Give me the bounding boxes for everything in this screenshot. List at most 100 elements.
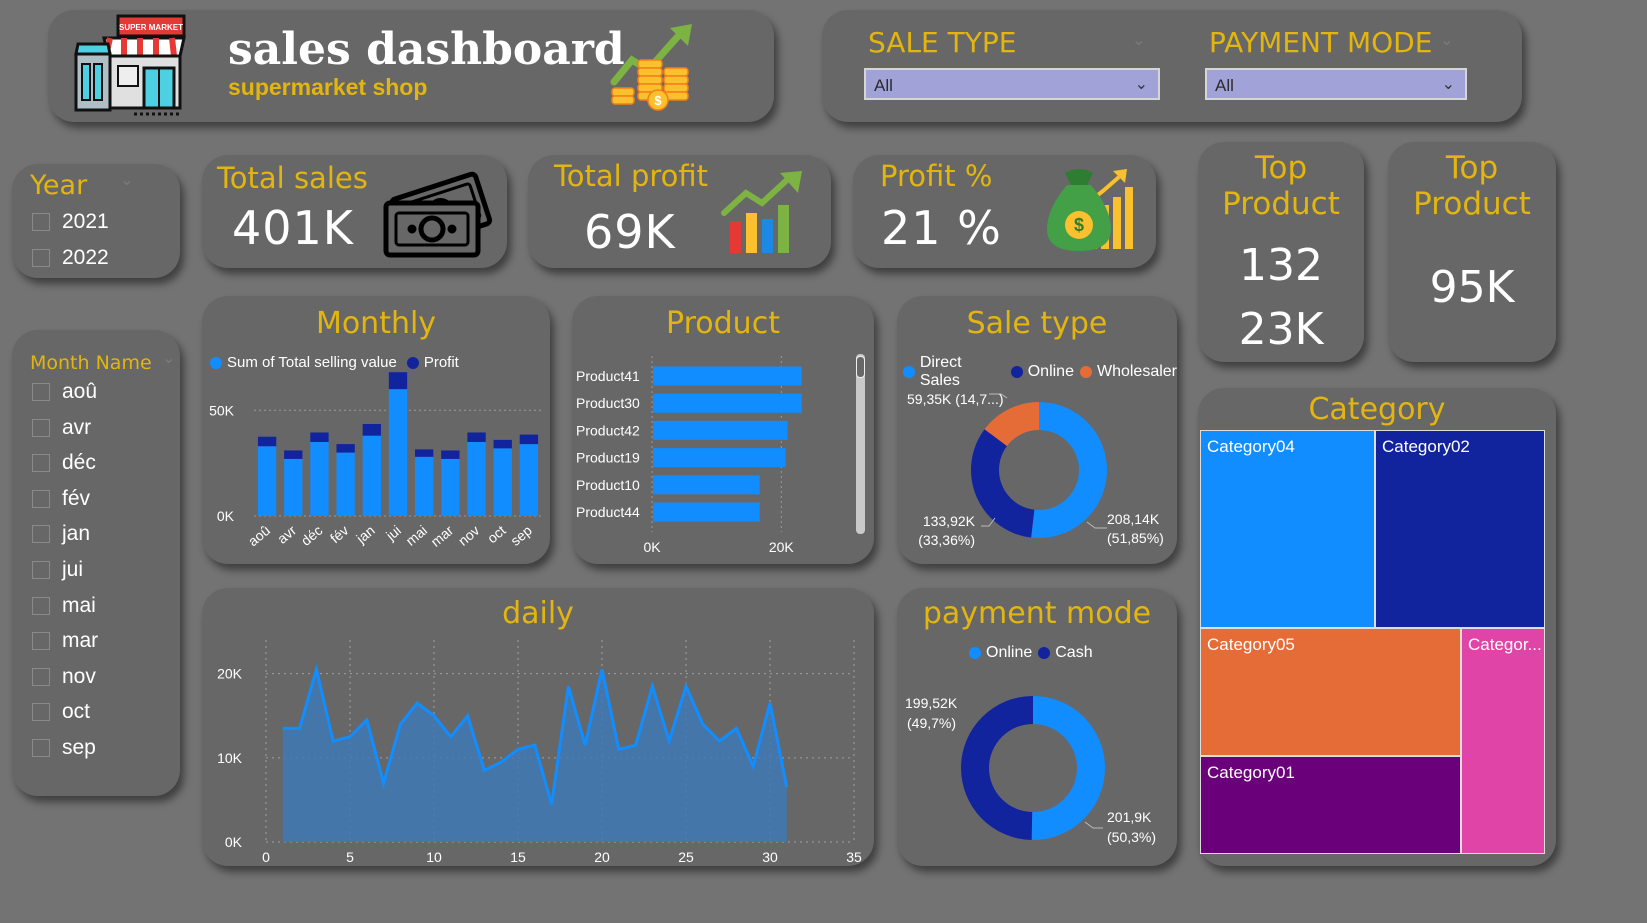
- data-label: 201,9K: [1107, 809, 1152, 825]
- slicer-option[interactable]: jan: [32, 522, 90, 546]
- treemap-cell-category05[interactable]: Category05: [1200, 628, 1461, 756]
- top-product-label-line2: Product: [1222, 186, 1340, 222]
- monthly-chart-card: Monthly Sum of Total selling value Profi…: [202, 296, 550, 564]
- y-tick-label: 0K: [225, 834, 243, 850]
- checkbox[interactable]: [32, 489, 50, 508]
- checkbox[interactable]: [32, 703, 50, 722]
- checkbox[interactable]: [32, 418, 50, 437]
- product-bar: [653, 366, 802, 386]
- data-label: (33,36%): [918, 532, 975, 548]
- treemap-label: Category05: [1207, 635, 1295, 654]
- checkbox[interactable]: [32, 739, 50, 757]
- slicer-option-label: déc: [62, 451, 96, 475]
- slicer-option[interactable]: sep: [32, 736, 96, 760]
- treemap-cell-category01[interactable]: Category01: [1200, 756, 1461, 854]
- store-sign-text: SUPER MARKET: [119, 23, 183, 32]
- slicer-option-label: sep: [62, 736, 96, 759]
- bar-total-selling: [310, 442, 329, 516]
- top-product-value2: 23K: [1238, 304, 1324, 355]
- dashboard-subtitle: supermarket shop: [228, 74, 428, 100]
- bar-profit: [467, 432, 486, 442]
- y-tick-label: Product30: [576, 395, 640, 411]
- slicer-option[interactable]: déc: [32, 451, 96, 475]
- chevron-down-icon: ⌄: [1134, 76, 1148, 93]
- x-tick-label: 0K: [643, 539, 661, 555]
- product-scrollbar[interactable]: [856, 354, 865, 534]
- chevron-down-icon: ⌄: [1440, 30, 1454, 49]
- slicer-option-label: jan: [62, 522, 91, 546]
- bar-total-selling: [388, 389, 408, 516]
- data-label: 199,52K: [905, 695, 958, 711]
- kpi-label: Total sales: [217, 161, 368, 195]
- slicer-option[interactable]: mai: [32, 594, 96, 618]
- bar-profit: [441, 450, 460, 459]
- slicer-option[interactable]: mar: [32, 629, 98, 653]
- checkbox[interactable]: [32, 249, 50, 267]
- checkbox[interactable]: [32, 454, 50, 473]
- top-product-label-line2: Product: [1413, 186, 1531, 222]
- svg-text:$: $: [654, 93, 662, 108]
- slicer-option-label: mai: [62, 593, 96, 617]
- donut-slice: [971, 429, 1035, 538]
- sale-type-value: All: [874, 76, 893, 95]
- x-tick-label: avr: [274, 522, 299, 547]
- payment-mode-dropdown[interactable]: All ⌄: [1205, 68, 1467, 100]
- leader-line: [1084, 821, 1103, 829]
- slicer-option[interactable]: oct: [32, 700, 90, 724]
- x-tick-label: 15: [510, 849, 526, 865]
- x-tick-label: fév: [327, 522, 352, 546]
- y-tick-label: Product41: [576, 368, 640, 384]
- top-product-value1: 132: [1239, 240, 1323, 291]
- slicer-option-label: 2022: [62, 246, 109, 269]
- donut-slice: [1031, 696, 1106, 840]
- kpi-value: 69K: [584, 205, 676, 259]
- header-card: SUPER MARKET sales dashboard supermarket…: [48, 10, 774, 122]
- x-tick-label: mar: [428, 522, 457, 550]
- sale-type-dropdown[interactable]: All ⌄: [864, 68, 1160, 100]
- checkbox[interactable]: [32, 525, 50, 544]
- slicer-option[interactable]: jui: [32, 558, 83, 582]
- checkbox[interactable]: [32, 213, 50, 231]
- x-tick-label: 5: [346, 849, 354, 865]
- x-tick-label: sep: [507, 522, 535, 549]
- checkbox[interactable]: [32, 596, 50, 615]
- kpi-total-profit: Total profit 69K: [528, 155, 831, 268]
- slicer-option[interactable]: 2022: [32, 246, 109, 270]
- slicer-option[interactable]: aoû: [32, 380, 97, 404]
- treemap-cell-category04[interactable]: Category04: [1200, 430, 1375, 628]
- kpi-total-sales: Total sales 401K: [202, 155, 507, 268]
- leader-line: [1086, 521, 1107, 529]
- slicer-option[interactable]: avr: [32, 416, 91, 440]
- treemap-cell-category03[interactable]: Categor...: [1461, 628, 1545, 854]
- payment-mode-label: PAYMENT MODE: [1209, 26, 1433, 59]
- slicer-option[interactable]: fév: [32, 487, 90, 511]
- y-tick-label: Product44: [576, 504, 640, 520]
- bar-total-selling: [415, 456, 434, 516]
- checkbox[interactable]: [32, 667, 50, 686]
- slicer-option[interactable]: 2021: [32, 210, 109, 234]
- scrollbar-thumb[interactable]: [856, 356, 865, 378]
- bar-profit: [493, 439, 512, 449]
- checkbox[interactable]: [32, 561, 50, 579]
- slicer-option-label: mar: [62, 629, 99, 653]
- treemap-label: Category04: [1207, 437, 1295, 456]
- x-tick-label: aoû: [245, 522, 273, 549]
- x-tick-label: 20: [594, 849, 610, 865]
- product-chart: Product41 Product30 Product42 Product19 Prod…: [576, 356, 802, 555]
- kpi-value: 401K: [232, 201, 354, 255]
- kpi-profit-pct: Profit % 21 % $: [853, 155, 1156, 268]
- bar-total-selling: [257, 446, 277, 516]
- payment-mode-donut: 201,9K (50,3%) 199,52K (49,7%): [905, 695, 1156, 845]
- kpi-label: Total profit: [554, 159, 709, 193]
- treemap-cell-category02[interactable]: Category02: [1375, 430, 1545, 628]
- top-product-card-2: Top Product 95K: [1388, 142, 1556, 362]
- bar-profit: [257, 436, 277, 447]
- checkbox[interactable]: [32, 632, 50, 651]
- checkbox[interactable]: [32, 383, 50, 401]
- chevron-down-icon: ⌄: [1441, 76, 1455, 93]
- slicer-option[interactable]: nov: [32, 665, 96, 689]
- donut-slice: [961, 696, 1033, 840]
- filters-card: SALE TYPE ⌄ All ⌄ PAYMENT MODE ⌄ All ⌄: [822, 10, 1522, 122]
- y-tick-label: Product19: [576, 450, 640, 466]
- top-product-value: 95K: [1429, 262, 1515, 313]
